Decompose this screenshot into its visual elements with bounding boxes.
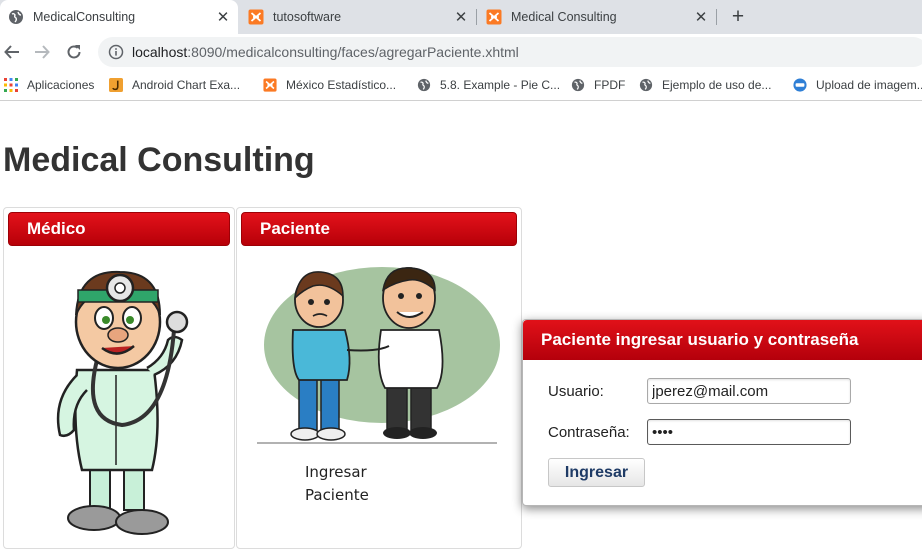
- info-icon[interactable]: [108, 44, 124, 60]
- tab-title: tutosoftware: [273, 10, 342, 24]
- link-line-2: Paciente: [305, 486, 369, 504]
- ingresar-button[interactable]: Ingresar: [548, 458, 645, 487]
- url-path: :8090/medicalconsulting/faces/agregarPac…: [187, 44, 519, 60]
- tab-title: Medical Consulting: [511, 10, 617, 24]
- back-button[interactable]: [1, 41, 23, 63]
- bookmark-pie-chart-example[interactable]: 5.8. Example - Pie C...: [417, 76, 560, 94]
- globe-icon: [639, 78, 653, 92]
- bookmark-label: 5.8. Example - Pie C...: [440, 78, 561, 92]
- password-label: Contraseña:: [548, 424, 630, 441]
- username-label: Usuario:: [548, 383, 604, 400]
- paciente-panel-header[interactable]: Paciente: [241, 212, 517, 246]
- tab-medicalconsulting[interactable]: MedicalConsulting ✕: [0, 0, 238, 34]
- address-bar[interactable]: localhost:8090/medicalconsulting/faces/a…: [98, 37, 922, 67]
- globe-icon: [417, 78, 431, 92]
- forward-arrow-icon: [35, 45, 50, 59]
- login-dialog: Paciente ingresar usuario y contraseña U…: [522, 319, 922, 506]
- back-arrow-icon: [4, 45, 19, 59]
- username-field[interactable]: [647, 378, 851, 404]
- globe-icon: [571, 78, 585, 92]
- browser-toolbar: localhost:8090/medicalconsulting/faces/a…: [0, 34, 922, 70]
- bookmark-fpdf[interactable]: FPDF: [571, 76, 625, 94]
- medico-panel-header[interactable]: Médico: [8, 212, 230, 246]
- tab-separator: [476, 9, 477, 25]
- bookmark-aplicaciones[interactable]: Aplicaciones: [4, 76, 94, 94]
- browser-tab-strip: MedicalConsulting ✕ tutosoftware ✕ Medic…: [0, 0, 922, 34]
- bookmark-label: Upload de imagem...: [816, 78, 922, 92]
- apps-grid-icon: [4, 78, 18, 92]
- link-line-1: Ingresar: [305, 463, 367, 481]
- dialog-title[interactable]: Paciente ingresar usuario y contraseña: [523, 320, 922, 360]
- tab-title: MedicalConsulting: [33, 10, 136, 24]
- forward-button[interactable]: [31, 41, 53, 63]
- bookmark-ejemplo-de-uso[interactable]: Ejemplo de uso de...: [639, 76, 771, 94]
- doctor-illustration[interactable]: [42, 260, 194, 540]
- xampp-icon: [248, 9, 264, 25]
- bookmark-label: FPDF: [594, 78, 626, 92]
- close-tab-icon[interactable]: ✕: [692, 8, 710, 26]
- bookmark-upload-de-imagem[interactable]: Upload de imagem...: [793, 76, 922, 94]
- reload-button[interactable]: [63, 41, 85, 63]
- bookmarks-bar: Aplicaciones Android Chart Exa... México…: [0, 70, 922, 101]
- tab-tutosoftware[interactable]: tutosoftware ✕: [240, 0, 476, 34]
- bookmark-label: Ejemplo de uso de...: [662, 78, 772, 92]
- bookmark-label: Aplicaciones: [27, 78, 95, 92]
- page-title: Medical Consulting: [3, 141, 315, 179]
- java-icon: [109, 78, 123, 92]
- patient-consultation-illustration[interactable]: [257, 260, 502, 450]
- tab-medical-consulting[interactable]: Medical Consulting ✕: [478, 0, 716, 34]
- reload-icon: [67, 45, 81, 59]
- password-field[interactable]: [647, 419, 851, 445]
- close-tab-icon[interactable]: ✕: [214, 8, 232, 26]
- xampp-icon: [263, 78, 277, 92]
- bookmark-mexico-estadistico[interactable]: México Estadístico...: [263, 76, 396, 94]
- url-host: localhost: [132, 44, 188, 60]
- bookmark-android-chart[interactable]: Android Chart Exa...: [109, 76, 240, 94]
- medico-panel: Médico: [3, 207, 235, 549]
- tab-separator: [716, 9, 717, 25]
- bookmark-label: Android Chart Exa...: [132, 78, 241, 92]
- site-icon: [793, 78, 807, 92]
- url-text: localhost:8090/medicalconsulting/faces/a…: [132, 44, 519, 60]
- ingresar-paciente-link[interactable]: Ingresar Paciente: [305, 461, 395, 507]
- new-tab-button[interactable]: +: [727, 5, 749, 28]
- globe-icon: [8, 9, 24, 25]
- xampp-icon: [486, 9, 502, 25]
- close-tab-icon[interactable]: ✕: [452, 8, 470, 26]
- bookmark-label: México Estadístico...: [286, 78, 397, 92]
